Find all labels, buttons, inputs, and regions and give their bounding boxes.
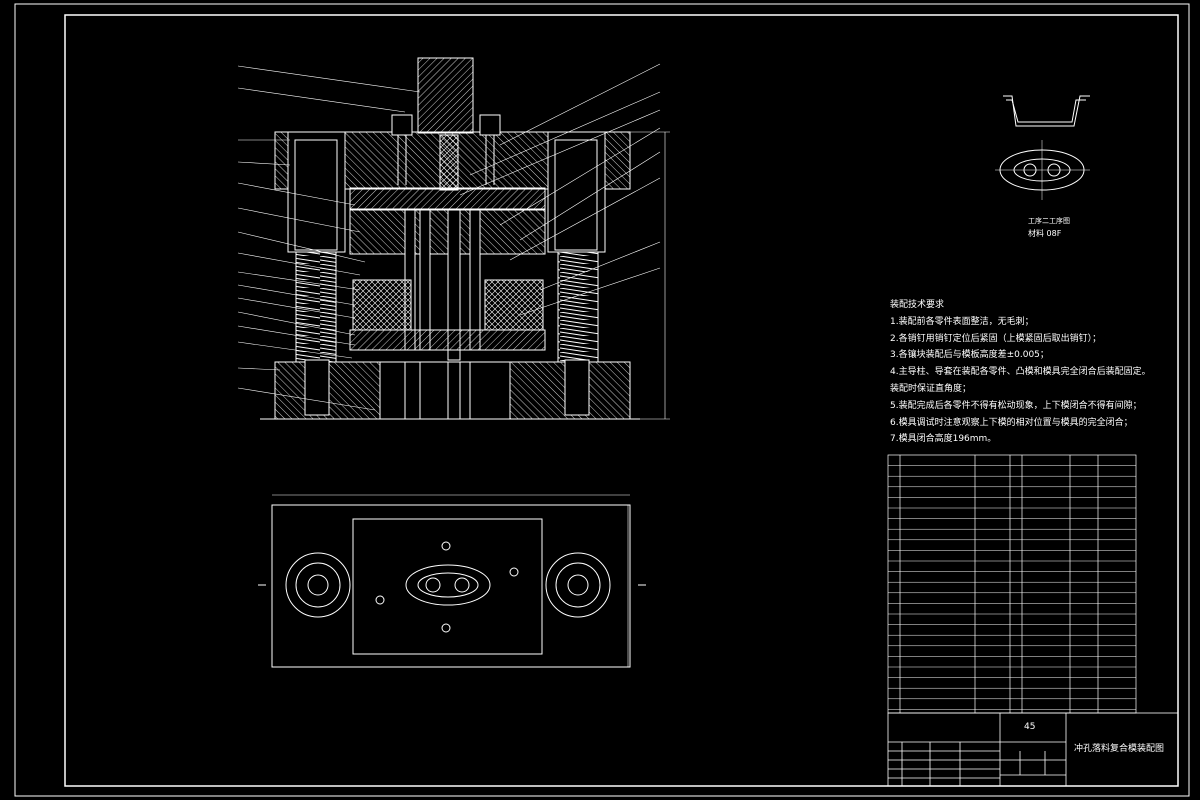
requirement-item: 1.装配前各零件表面整洁，无毛刺； — [890, 316, 1034, 327]
parts-list-rows — [888, 465, 1136, 710]
part-sketch — [995, 95, 1090, 200]
section-view — [260, 57, 670, 420]
technical-requirements: 装配技术要求 1.装配前各零件表面整洁，无毛刺； 2.各销钉用销钉定位后紧固（上… — [890, 297, 1151, 448]
requirement-item: 2.各销钉用销钉定位后紧固（上模紧固后取出销钉）； — [890, 333, 1102, 344]
requirement-item: 装配时保证直角度； — [890, 383, 972, 394]
material-label: 45 — [1024, 722, 1036, 732]
parts-list — [887, 454, 1137, 714]
requirement-item: 6.模具调试时注意观察上下模的相对位置与模具的完全闭合； — [890, 417, 1133, 428]
requirement-item: 7.模具闭合高度196mm。 — [890, 434, 997, 445]
part-sketch-material: 材料 08F — [1028, 229, 1062, 238]
plan-view — [258, 494, 646, 668]
requirement-item: 5.装配完成后各零件不得有松动现象，上下模闭合不得有间隙； — [890, 400, 1142, 411]
requirement-item: 4.主导柱、导套在装配各零件、凸模和模具完全闭合后装配固定。 — [890, 367, 1151, 378]
part-sketch-caption: 工序二工序图 — [1028, 217, 1070, 225]
drawing-title: 冲孔落料复合模装配图 — [1074, 744, 1165, 754]
requirement-item: 3.各镶块装配后与模板高度差±0.005； — [890, 350, 1049, 361]
requirements-heading: 装配技术要求 — [890, 300, 945, 310]
